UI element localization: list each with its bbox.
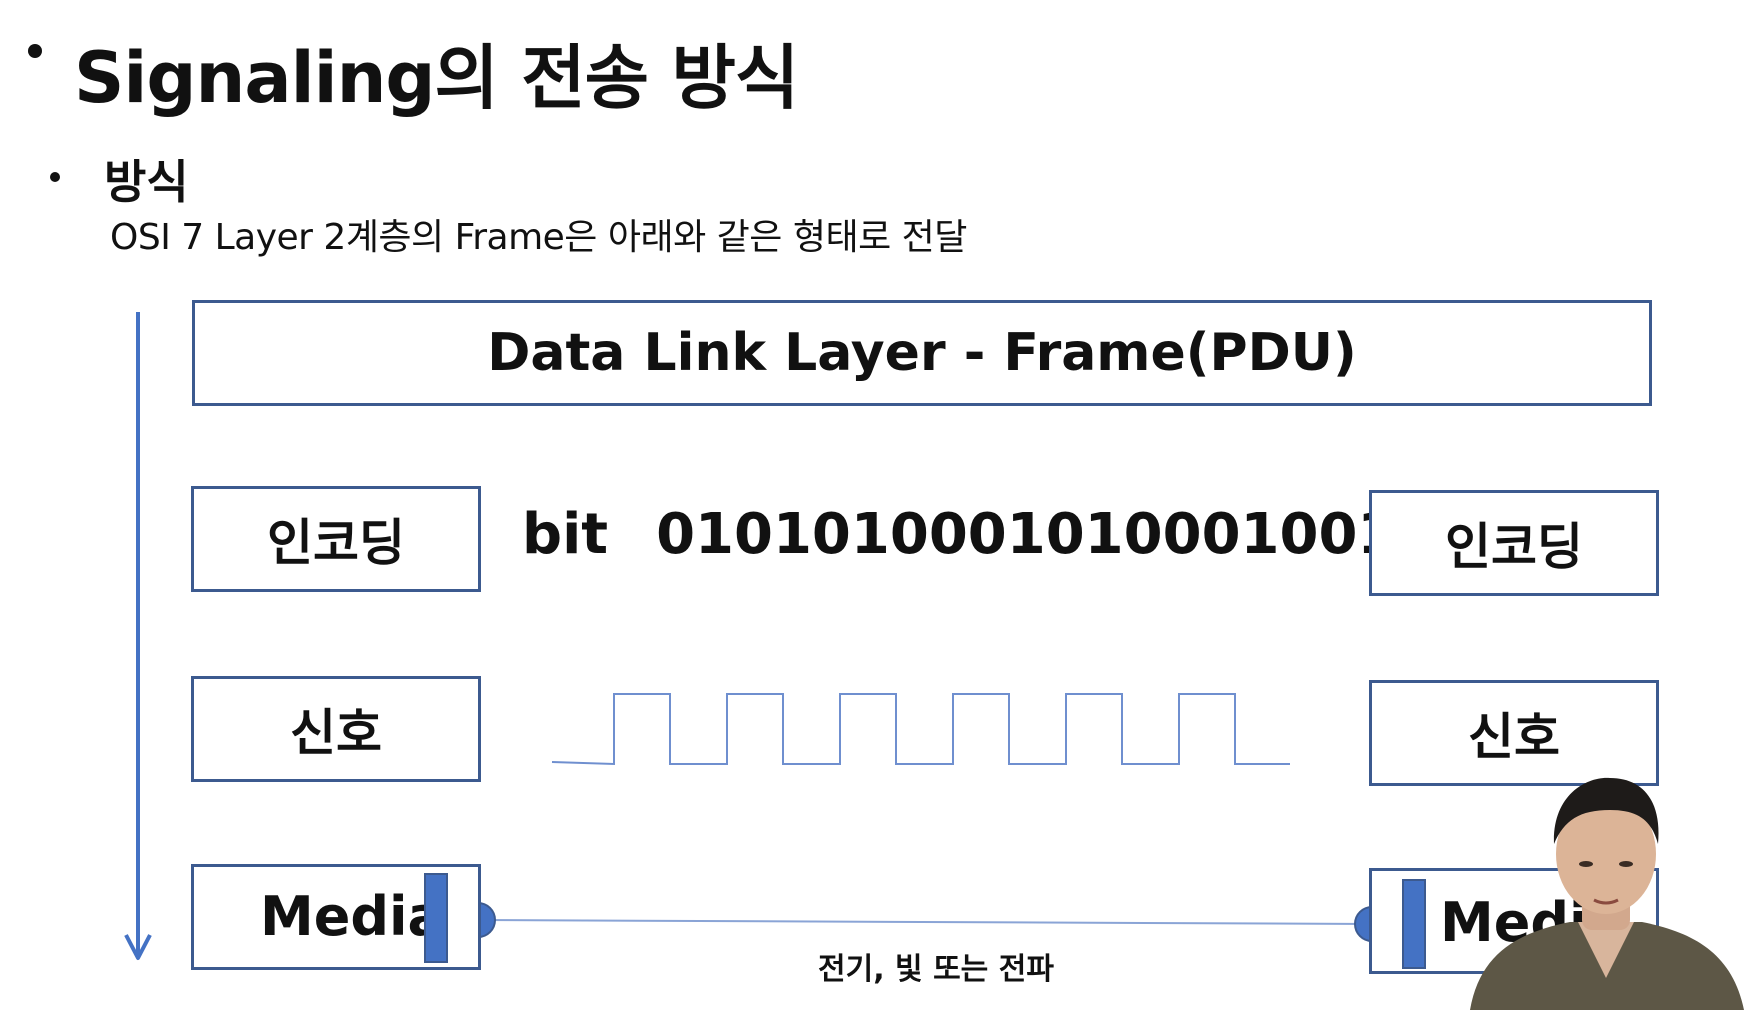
right-media-bar (1402, 879, 1426, 969)
left-encoding-label: 인코딩 (267, 514, 405, 572)
left-signal-label: 신호 (290, 704, 382, 762)
square-wave (551, 693, 1290, 766)
right-encoding-box: 인코딩 (1369, 490, 1659, 596)
bit-sequence: bit 010101000101000100100 (522, 502, 1474, 567)
left-signal-box: 신호 (191, 676, 481, 782)
bit-label: bit (522, 502, 609, 567)
medium-line (477, 919, 1373, 925)
left-media-label: Media (260, 885, 444, 948)
medium-caption: 전기, 빛 또는 전파 (818, 952, 1054, 987)
frame-box: Data Link Layer - Frame(PDU) (192, 300, 1652, 406)
left-encoding-box: 인코딩 (191, 486, 481, 592)
right-signal-box: 신호 (1369, 680, 1659, 786)
down-arrow-icon (124, 312, 152, 960)
frame-label: Data Link Layer - Frame(PDU) (487, 323, 1357, 383)
presenter-video (1470, 777, 1744, 1010)
right-signal-label: 신호 (1468, 708, 1560, 766)
left-media-box: Media (191, 864, 481, 970)
bit-string: 010101000101000100100 (656, 502, 1475, 567)
left-media-bar (424, 873, 448, 963)
right-encoding-label: 인코딩 (1445, 518, 1583, 576)
